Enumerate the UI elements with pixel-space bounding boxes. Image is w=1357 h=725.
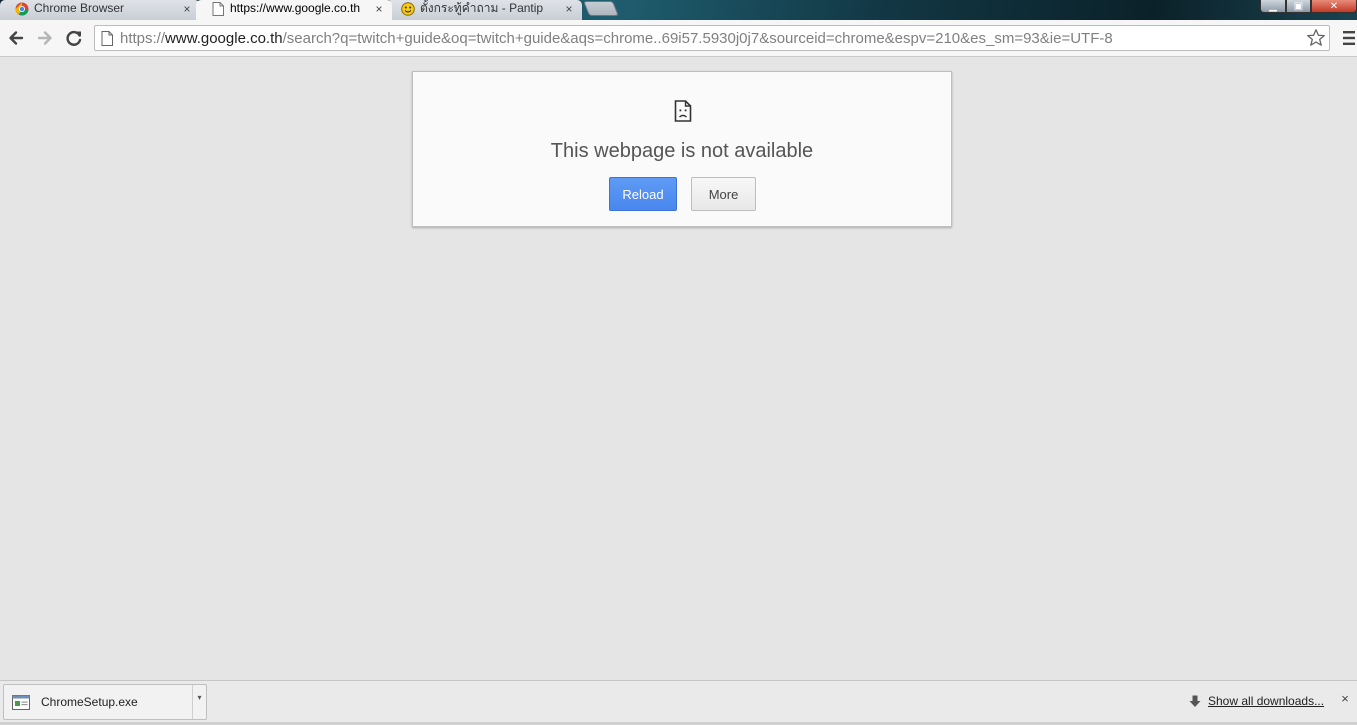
- hamburger-menu-icon[interactable]: [1342, 29, 1356, 47]
- url-host: www.google.co.th: [165, 30, 283, 47]
- url-path: /search?q=twitch+guide&oq=twitch+guide&a…: [282, 30, 1113, 47]
- reload-icon[interactable]: [63, 27, 85, 49]
- close-icon[interactable]: ×: [372, 1, 386, 17]
- reload-button[interactable]: Reload: [609, 177, 677, 211]
- tab-chrome-browser[interactable]: Chrome Browser ×: [0, 0, 200, 20]
- close-icon[interactable]: ×: [180, 1, 194, 17]
- close-icon[interactable]: ×: [562, 1, 576, 17]
- new-tab-button[interactable]: [582, 1, 620, 16]
- url-text: https://www.google.co.th/search?q=twitch…: [120, 30, 1113, 48]
- sad-page-icon: [674, 100, 692, 122]
- download-arrow-icon: [1189, 695, 1201, 707]
- address-bar[interactable]: https://www.google.co.th/search?q=twitch…: [94, 25, 1330, 51]
- close-icon[interactable]: ×: [1339, 692, 1351, 706]
- error-title: This webpage is not available: [550, 140, 814, 162]
- close-window-button[interactable]: ✕: [1311, 0, 1357, 13]
- tab-pantip[interactable]: ตั้งกระทู้คำถาม - Pantip ×: [386, 0, 582, 20]
- tab-title: ตั้งกระทู้คำถาม - Pantip: [420, 1, 544, 15]
- download-menu-button[interactable]: ▾: [192, 685, 206, 719]
- chrome-logo-icon: [15, 2, 29, 16]
- download-shelf: ChromeSetup.exe ▾ Show all downloads... …: [0, 680, 1357, 725]
- tab-title: Chrome Browser: [34, 1, 125, 15]
- pantip-emoji-icon: [401, 2, 415, 16]
- show-all-downloads-link[interactable]: Show all downloads...: [1208, 694, 1324, 708]
- download-file-name: ChromeSetup.exe: [41, 695, 138, 709]
- maximize-button[interactable]: ▣: [1286, 0, 1311, 13]
- back-arrow-icon[interactable]: [5, 27, 27, 49]
- bookmark-star-icon[interactable]: [1306, 28, 1326, 48]
- exe-file-icon: [12, 695, 30, 710]
- url-scheme: https://: [120, 30, 166, 47]
- more-button[interactable]: More: [691, 177, 756, 211]
- tab-google-search[interactable]: https://www.google.co.th ×: [196, 0, 392, 20]
- minimize-button[interactable]: ▁: [1260, 0, 1286, 13]
- error-card: This webpage is not available Reload Mor…: [412, 71, 952, 227]
- window-controls: ▁ ▣ ✕: [1260, 0, 1357, 13]
- page-icon: [101, 31, 113, 46]
- page-icon: [212, 2, 224, 16]
- download-item[interactable]: ChromeSetup.exe ▾: [3, 684, 207, 720]
- forward-arrow-icon[interactable]: [34, 27, 56, 49]
- tab-title: https://www.google.co.th: [230, 1, 361, 15]
- show-all-downloads[interactable]: Show all downloads...: [1189, 694, 1324, 708]
- browser-toolbar: https://www.google.co.th/search?q=twitch…: [0, 20, 1357, 57]
- title-bar: Chrome Browser × https://www.google.co.t…: [0, 0, 1357, 20]
